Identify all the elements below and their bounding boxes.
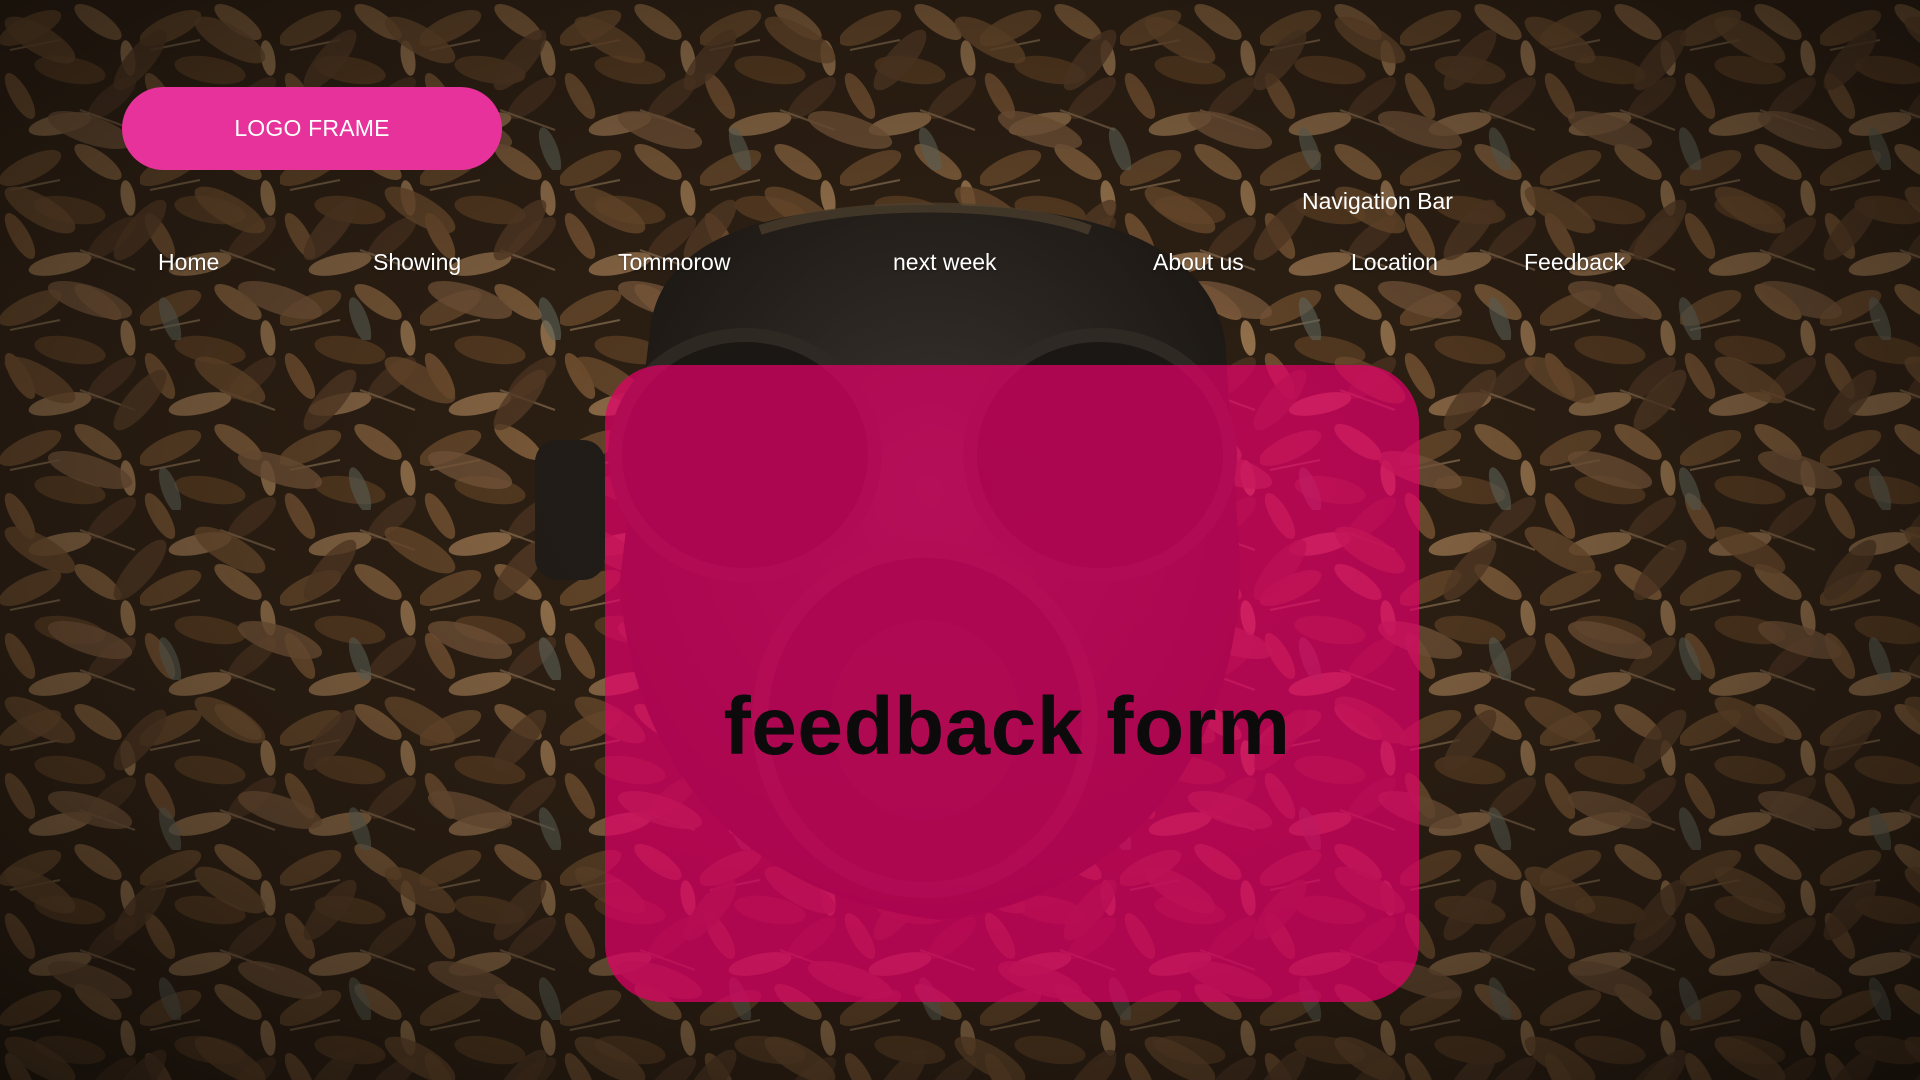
logo-frame-button[interactable]: LOGO FRAME (122, 87, 502, 170)
nav-item-next-week[interactable]: next week (893, 249, 997, 276)
logo-label: LOGO FRAME (234, 115, 390, 141)
nav-item-tomorrow[interactable]: Tommorow (618, 249, 730, 276)
nav-item-feedback[interactable]: Feedback (1524, 249, 1625, 276)
nav-item-home[interactable]: Home (158, 249, 219, 276)
navigation-bar-caption: Navigation Bar (1302, 188, 1453, 214)
feedback-form-title: feedback form (723, 680, 1291, 772)
nav-item-location[interactable]: Location (1351, 249, 1438, 276)
page: LOGO FRAME Navigation Bar Home Showing T… (0, 0, 1920, 1080)
nav-item-showing[interactable]: Showing (373, 249, 461, 276)
nav-item-about-us[interactable]: About us (1153, 249, 1244, 276)
feedback-form-card: feedback form (605, 365, 1419, 1002)
